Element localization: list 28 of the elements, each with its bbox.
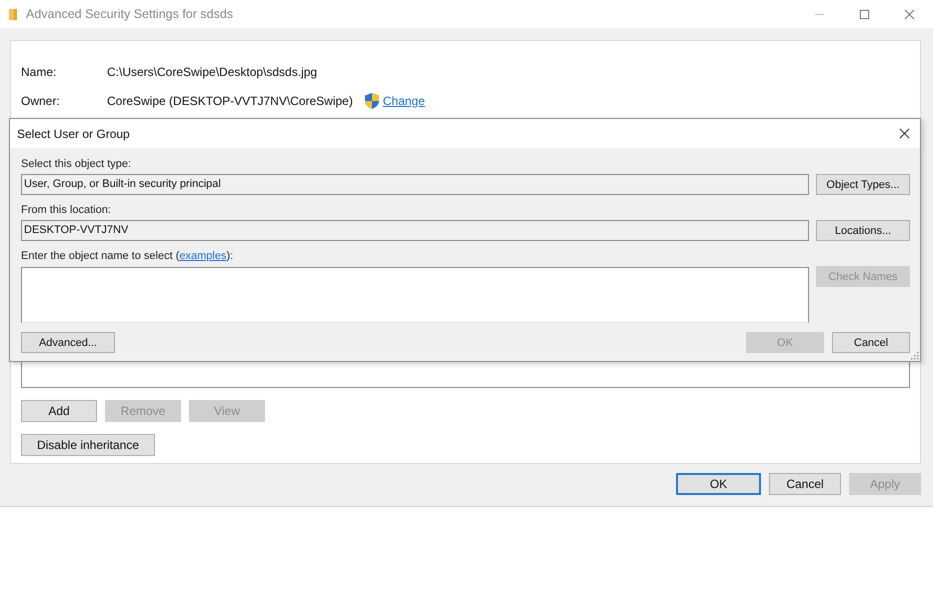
adv-button[interactable]: Advanced...	[21, 332, 115, 353]
field-label: Name:	[21, 64, 58, 78]
field-label: Owner:	[21, 94, 61, 108]
change-link[interactable]: Change	[382, 94, 425, 108]
close-icon[interactable]	[899, 128, 910, 139]
field-label: From this location:	[21, 204, 112, 216]
folder-icon	[9, 8, 17, 20]
foot-button[interactable]: Cancel	[769, 473, 841, 495]
readonly-field: DESKTOP-VVTJ7NV	[21, 220, 809, 241]
readonly-field: User, Group, or Built-in security principal	[21, 174, 809, 195]
dialog-title: Select User or Group	[17, 126, 131, 140]
field-value: CoreSwipe (DESKTOP-VVTJ7NV\CoreSwipe)	[107, 94, 353, 108]
shield-icon	[364, 92, 379, 108]
entry-button[interactable]: Add	[21, 400, 97, 422]
field-label: Select this object type:	[21, 158, 132, 170]
foot-button[interactable]: OK	[676, 473, 761, 495]
dlg-button[interactable]: Cancel	[832, 332, 910, 353]
examples-link[interactable]: examples	[179, 250, 226, 262]
close-icon[interactable]	[904, 8, 915, 20]
side-button[interactable]: Locations...	[816, 220, 910, 241]
name-input[interactable]	[21, 267, 809, 323]
maximize-icon[interactable]	[859, 8, 870, 20]
side-button[interactable]: Object Types...	[816, 174, 910, 195]
resize-grip-icon[interactable]	[911, 352, 919, 360]
window-title: Advanced Security Settings for sdsds	[26, 7, 234, 21]
field-label: Enter the object name to select (examples):	[21, 250, 234, 262]
field-value: C:\Users\CoreSwipe\Desktop\sdsds.jpg	[107, 64, 318, 78]
wide-button[interactable]: Disable inheritance	[21, 434, 155, 456]
